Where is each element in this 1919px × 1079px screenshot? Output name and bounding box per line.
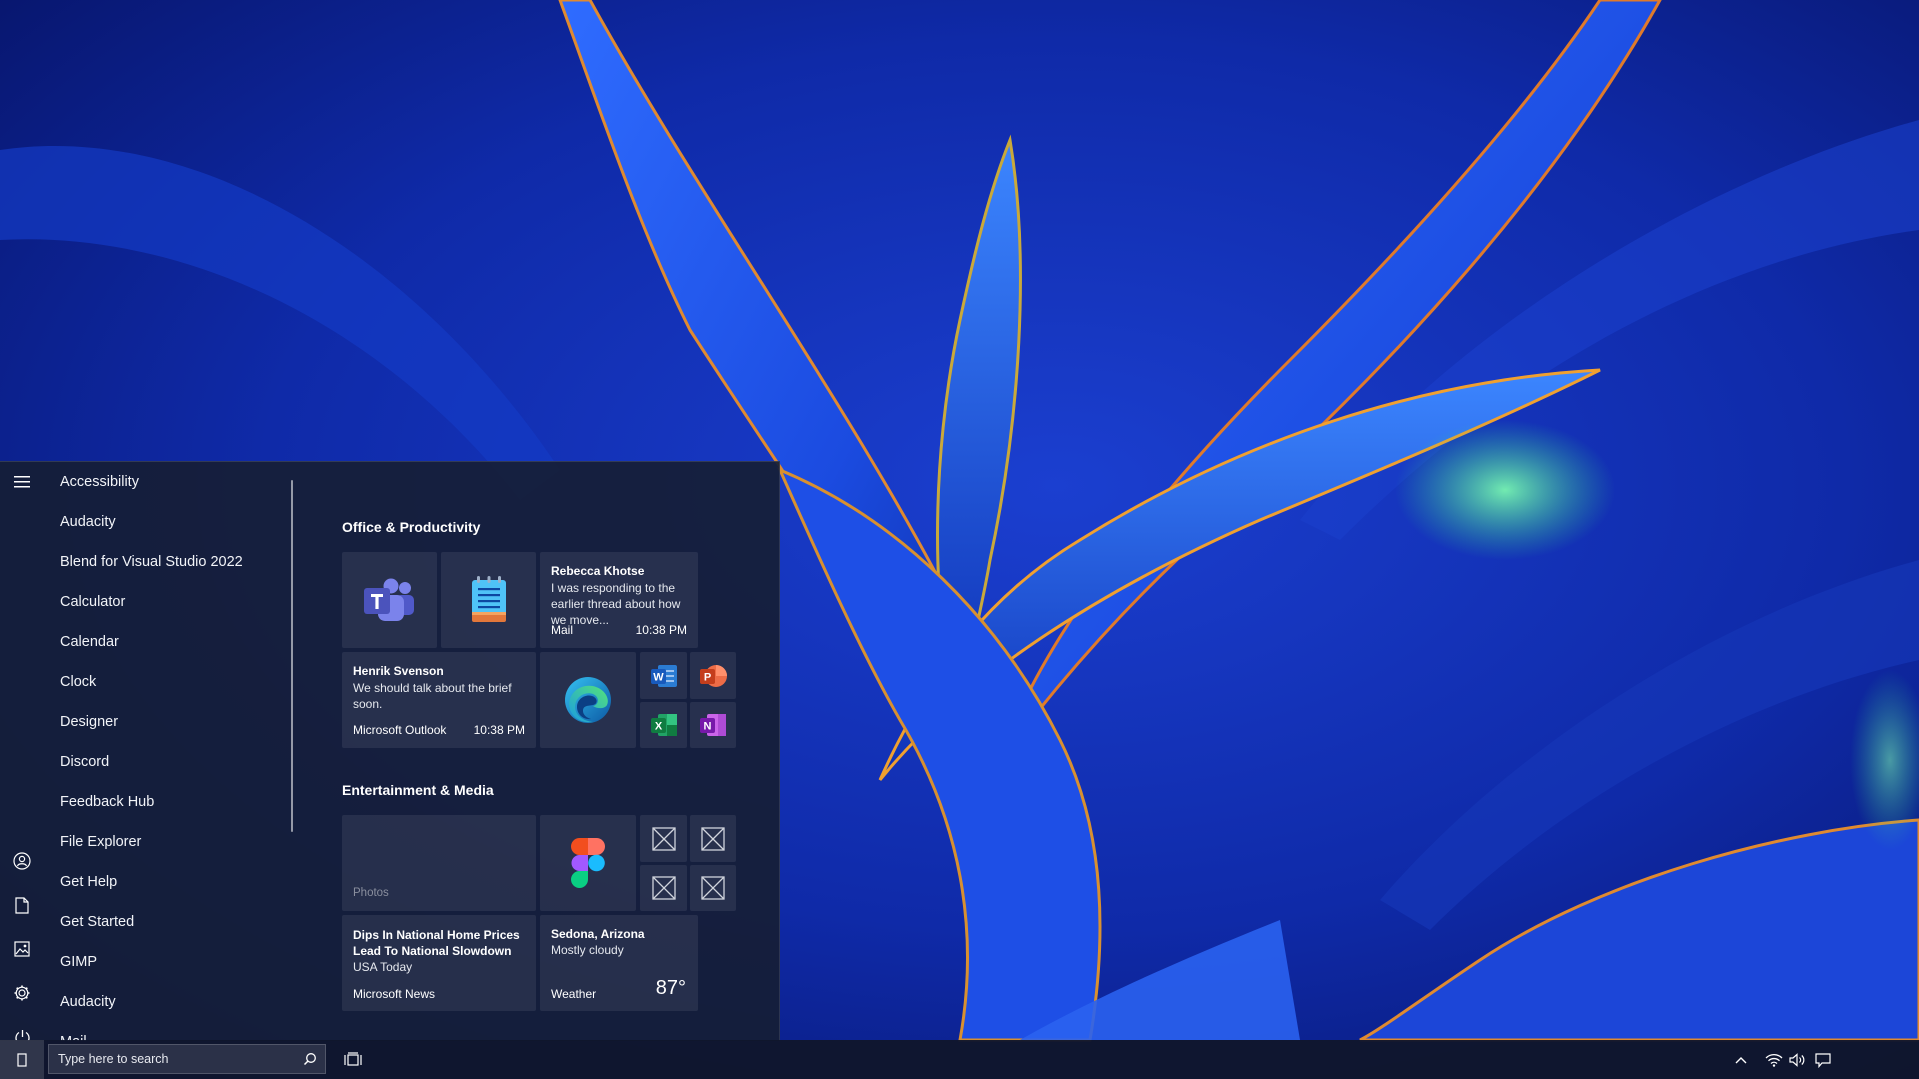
app-list-item[interactable]: Get Help [60, 862, 117, 902]
pictures-button[interactable] [4, 931, 40, 967]
onenote-icon: N [700, 714, 726, 736]
volume-icon [1789, 1053, 1805, 1067]
app-list-item[interactable]: Audacity [60, 502, 116, 542]
outlook-app-name: Microsoft Outlook [353, 723, 447, 737]
settings-icon [14, 985, 30, 1001]
mail-preview: I was responding to the earlier thread a… [551, 581, 681, 627]
svg-text:W: W [653, 671, 664, 683]
search-input[interactable] [49, 1045, 289, 1073]
outlook-sender: Henrik Svenson [353, 664, 444, 678]
excel-icon: X [650, 714, 677, 736]
weather-location: Sedona, Arizona [551, 927, 645, 941]
hamburger-menu-button[interactable] [4, 464, 40, 500]
group-title-office: Office & Productivity [342, 519, 481, 535]
teams-icon [363, 578, 414, 621]
app-list-item[interactable]: Mail [60, 1022, 87, 1041]
edge-tile[interactable] [540, 652, 636, 748]
placeholder-app-tile[interactable] [640, 865, 687, 911]
documents-button[interactable] [4, 887, 40, 923]
search-icon[interactable] [303, 1052, 317, 1066]
app-list-item[interactable]: Get Started [60, 902, 134, 942]
broken-image-icon [701, 876, 725, 900]
broken-image-icon [651, 826, 676, 851]
app-list-item[interactable]: Discord [60, 742, 109, 782]
volume-button[interactable] [1788, 1050, 1808, 1070]
weather-tile[interactable]: Sedona, Arizona Mostly cloudy Weather 87… [540, 915, 698, 1011]
news-app-name: Microsoft News [353, 987, 436, 1001]
show-hidden-icons-button[interactable] [1731, 1050, 1751, 1070]
start-icon [17, 1052, 27, 1067]
app-list-item[interactable]: Feedback Hub [60, 782, 154, 822]
app-list-item[interactable]: Designer [60, 702, 118, 742]
mail-app-name: Mail [551, 623, 574, 637]
news-headline: Dips In National Home Prices Lead To Nat… [353, 928, 520, 958]
app-list-item[interactable]: GIMP [60, 942, 97, 982]
settings-button[interactable] [4, 975, 40, 1011]
notepad-icon [471, 576, 506, 622]
outlook-tile[interactable]: Henrik Svenson We should talk about the … [342, 652, 536, 748]
weather-condition: Mostly cloudy [551, 943, 624, 957]
hamburger-menu-icon [14, 476, 30, 488]
app-list-item[interactable]: Blend for Visual Studio 2022 [60, 542, 243, 582]
documents-icon [15, 896, 29, 914]
weather-temperature: 87° [655, 977, 686, 999]
app-list-item[interactable]: Calculator [60, 582, 125, 622]
network-button[interactable] [1764, 1050, 1784, 1070]
pictures-icon [14, 941, 30, 957]
broken-image-icon [651, 876, 676, 900]
app-list-item[interactable]: Calendar [60, 622, 119, 662]
power-button[interactable] [4, 1019, 40, 1041]
start-left-rail [0, 462, 44, 1041]
app-list-item[interactable]: File Explorer [60, 822, 141, 862]
weather-app-name: Weather [551, 987, 597, 1001]
edge-icon [565, 677, 611, 723]
all-apps-list: Accessibility Audacity Blend for Visual … [44, 462, 284, 1041]
figma-icon [571, 838, 605, 888]
start-menu: Accessibility Audacity Blend for Visual … [0, 461, 780, 1041]
svg-text:N: N [704, 721, 712, 733]
app-list-scrollbar[interactable] [291, 480, 293, 832]
user-account-button[interactable] [4, 843, 40, 879]
start-button[interactable] [0, 1040, 44, 1079]
photos-label: Photos [353, 887, 389, 899]
powerpoint-icon: P [700, 664, 727, 687]
app-list-item[interactable]: Audacity [60, 982, 116, 1022]
task-view-icon [344, 1052, 362, 1066]
user-account-icon [13, 852, 31, 870]
svg-text:P: P [704, 671, 711, 683]
app-list-item[interactable]: Clock [60, 662, 96, 702]
powerpoint-tile[interactable]: P [690, 652, 736, 699]
app-list-item[interactable]: Accessibility [60, 462, 139, 502]
chevron-up-icon [1735, 1057, 1747, 1064]
news-tile[interactable]: Dips In National Home Prices Lead To Nat… [342, 915, 536, 1011]
excel-tile[interactable]: X [640, 702, 687, 748]
start-tiles-area: Office & Productivity Rebecca Khotse I w… [330, 462, 779, 1041]
task-view-button[interactable] [343, 1050, 363, 1070]
word-tile[interactable]: W [640, 652, 687, 699]
mail-tile[interactable]: Rebecca Khotse I was responding to the e… [540, 552, 698, 648]
mail-time: 10:38 PM [635, 623, 687, 637]
teams-tile[interactable] [342, 552, 437, 648]
outlook-preview: We should talk about the brief soon. [353, 681, 512, 711]
svg-text:X: X [654, 721, 662, 733]
broken-image-icon [701, 826, 725, 851]
outlook-time: 10:38 PM [473, 723, 525, 737]
word-icon: W [650, 664, 677, 687]
taskbar [0, 1040, 1919, 1079]
action-center-button[interactable] [1813, 1050, 1833, 1070]
news-source: USA Today [353, 960, 413, 974]
notepad-tile[interactable] [441, 552, 536, 648]
mail-sender: Rebecca Khotse [551, 564, 645, 578]
placeholder-app-tile[interactable] [690, 865, 736, 911]
onenote-tile[interactable]: N [690, 702, 736, 748]
wifi-icon [1765, 1053, 1783, 1067]
figma-tile[interactable] [540, 815, 636, 911]
group-title-entertainment: Entertainment & Media [342, 782, 494, 798]
taskbar-search-box[interactable] [48, 1044, 326, 1074]
placeholder-app-tile[interactable] [690, 815, 736, 862]
placeholder-app-tile[interactable] [640, 815, 687, 862]
notification-icon [1815, 1052, 1831, 1068]
photos-tile[interactable]: Photos [342, 815, 536, 911]
